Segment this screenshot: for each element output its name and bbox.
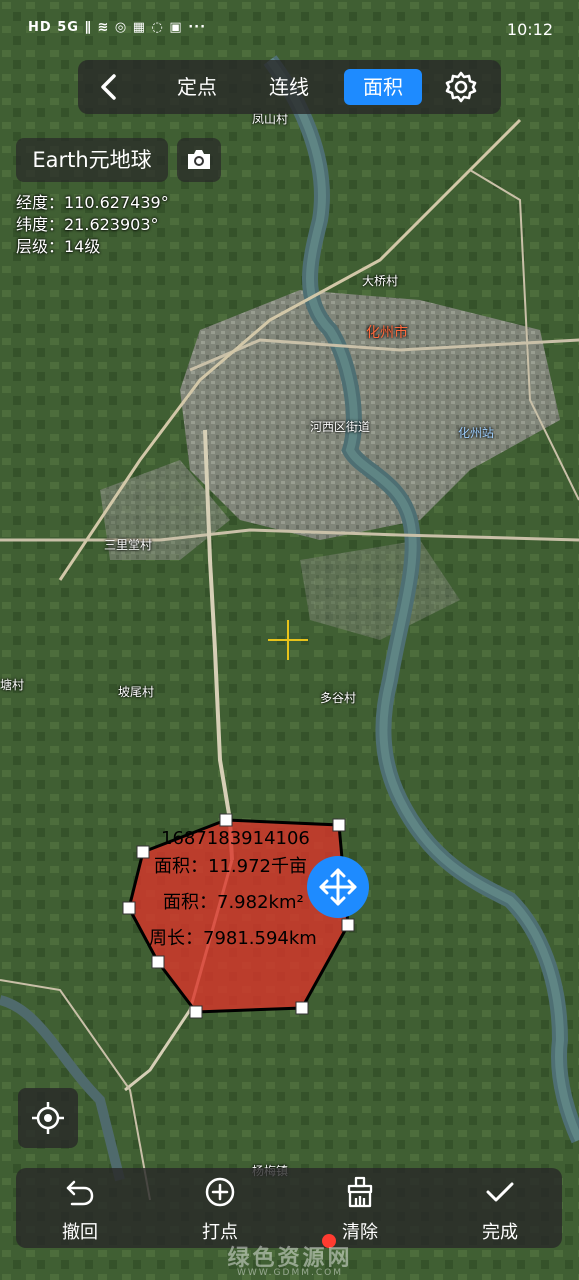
back-button[interactable] <box>90 68 130 106</box>
undo-icon <box>66 1180 94 1206</box>
bottom-toolbar: 撤回 打点 清除 完成 <box>16 1168 562 1248</box>
mode-toolbar: 定点 连线 面积 <box>78 60 501 114</box>
add-point-button[interactable]: 打点 <box>160 1168 280 1248</box>
place-label: 河西区街道 <box>310 420 371 434</box>
done-label: 完成 <box>482 1222 518 1243</box>
tab-area[interactable]: 面积 <box>344 69 422 105</box>
latitude-text: 纬度：21.623903° <box>16 215 159 234</box>
location-target-icon <box>32 1102 64 1134</box>
polygon-id-label: 1687183914106 <box>161 828 310 849</box>
undo-label: 撤回 <box>62 1222 98 1243</box>
place-label: 化州站 <box>458 426 495 440</box>
move-handle-button[interactable] <box>307 856 369 918</box>
place-label: 化州市 <box>366 325 408 341</box>
watermark: 绿色资源网 WWW.GDMM.COM <box>170 1240 410 1278</box>
camera-icon <box>188 150 210 169</box>
polygon-area-mu-label: 面积：11.972千亩 <box>154 856 307 877</box>
tab-line[interactable]: 连线 <box>254 69 324 105</box>
place-label: 大桥村 <box>362 274 399 288</box>
done-button[interactable]: 完成 <box>440 1168 560 1248</box>
coordinate-readout: 经度：110.627439° 纬度：21.623903° 层级：14级 <box>16 192 169 258</box>
clear-button[interactable]: 清除 <box>300 1168 420 1248</box>
status-icons: HD 5G ∥ ≋ ◎ ▦ ◌ ▣ ··· <box>28 20 207 35</box>
settings-button[interactable] <box>440 68 482 106</box>
zoom-level-text: 层级：14级 <box>16 237 101 256</box>
longitude-text: 经度：110.627439° <box>16 193 169 212</box>
screenshot-button[interactable] <box>177 138 221 182</box>
tab-point[interactable]: 定点 <box>162 69 232 105</box>
place-label: 三里堂村 <box>104 538 153 552</box>
add-point-icon <box>205 1177 235 1207</box>
place-label: 塘村 <box>0 678 25 692</box>
status-bar: HD 5G ∥ ≋ ◎ ▦ ◌ ▣ ··· 10:12 <box>0 0 579 64</box>
polygon-perimeter-label: 周长：7981.594km <box>149 928 317 949</box>
locate-button[interactable] <box>18 1088 78 1148</box>
place-label: 坡尾村 <box>118 685 155 699</box>
status-time: 10:12 <box>506 20 553 39</box>
watermark-url: WWW.GDMM.COM <box>237 1268 343 1278</box>
undo-button[interactable]: 撤回 <box>20 1168 140 1248</box>
polygon-area-km-label: 面积：7.982km² <box>163 892 304 913</box>
gear-icon <box>445 71 477 103</box>
place-label: 多谷村 <box>320 691 357 705</box>
checkmark-icon <box>486 1182 514 1202</box>
app-brand: Earth元地球 <box>16 138 168 182</box>
chevron-left-icon <box>101 74 116 100</box>
move-arrows-icon <box>319 868 357 906</box>
broom-icon <box>347 1176 373 1208</box>
